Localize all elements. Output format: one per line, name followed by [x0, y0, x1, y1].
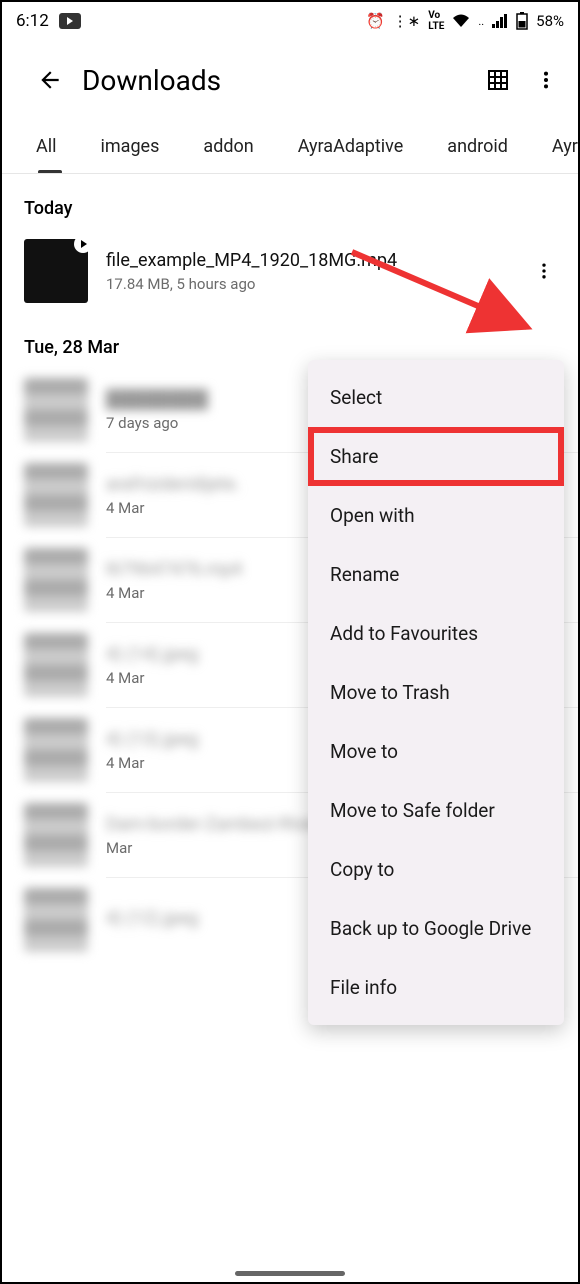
tab-images[interactable]: images [79, 136, 182, 157]
image-thumbnail [24, 803, 88, 867]
context-menu: SelectShareOpen withRenameAdd to Favouri… [308, 360, 564, 1025]
volte-icon: VoLTE [428, 10, 444, 32]
menu-item-file-info[interactable]: File info [308, 958, 564, 1017]
file-name: file_example_MP4_1920_18MG.mp4 [106, 250, 508, 271]
app-bar: Downloads [2, 40, 578, 120]
signal-icon [492, 14, 508, 28]
grid-view-button[interactable] [474, 56, 522, 104]
alarm-icon: ⏰ [366, 12, 385, 30]
image-thumbnail [24, 463, 88, 527]
file-row[interactable]: file_example_MP4_1920_18MG.mp4 17.84 MB, … [2, 229, 578, 313]
file-meta: 17.84 MB, 5 hours ago [106, 275, 508, 293]
section-header: Today [2, 174, 578, 229]
battery-icon [516, 12, 528, 30]
menu-item-move-to-trash[interactable]: Move to Trash [308, 663, 564, 722]
status-time: 6:12 [16, 11, 49, 31]
image-thumbnail [24, 718, 88, 782]
menu-item-select[interactable]: Select [308, 368, 564, 427]
back-button[interactable] [26, 56, 74, 104]
image-thumbnail [24, 378, 88, 442]
bluetooth-icon: ⋮∗ [393, 12, 421, 30]
play-badge-icon [74, 235, 92, 253]
menu-item-rename[interactable]: Rename [308, 545, 564, 604]
image-thumbnail [24, 548, 88, 612]
menu-item-back-up-to-google-drive[interactable]: Back up to Google Drive [308, 899, 564, 958]
menu-item-move-to-safe-folder[interactable]: Move to Safe folder [308, 781, 564, 840]
menu-item-share[interactable]: Share [308, 427, 564, 486]
wifi-icon [452, 14, 470, 28]
youtube-status-icon [59, 13, 81, 29]
status-bar: 6:12 ⏰ ⋮∗ VoLTE .. 58% [2, 2, 578, 40]
video-thumbnail [24, 239, 88, 303]
menu-item-open-with[interactable]: Open with [308, 486, 564, 545]
navigation-pill[interactable] [235, 1271, 345, 1276]
image-thumbnail [24, 633, 88, 697]
filter-tabs: AllimagesaddonAyraAdaptiveandroidAyraLa [2, 120, 578, 174]
file-more-button[interactable] [526, 253, 562, 289]
image-thumbnail [24, 888, 88, 952]
battery-percent: 58% [536, 12, 564, 30]
overflow-menu-button[interactable] [522, 56, 570, 104]
no-sim-icon: .. [478, 15, 484, 28]
tab-ayrala[interactable]: AyraLa [530, 136, 578, 157]
tab-android[interactable]: android [425, 136, 530, 157]
menu-item-add-to-favourites[interactable]: Add to Favourites [308, 604, 564, 663]
page-title: Downloads [82, 64, 474, 97]
menu-item-move-to[interactable]: Move to [308, 722, 564, 781]
tab-ayraadaptive[interactable]: AyraAdaptive [276, 136, 426, 157]
tab-addon[interactable]: addon [181, 136, 275, 157]
tab-all[interactable]: All [14, 136, 79, 157]
menu-item-copy-to[interactable]: Copy to [308, 840, 564, 899]
